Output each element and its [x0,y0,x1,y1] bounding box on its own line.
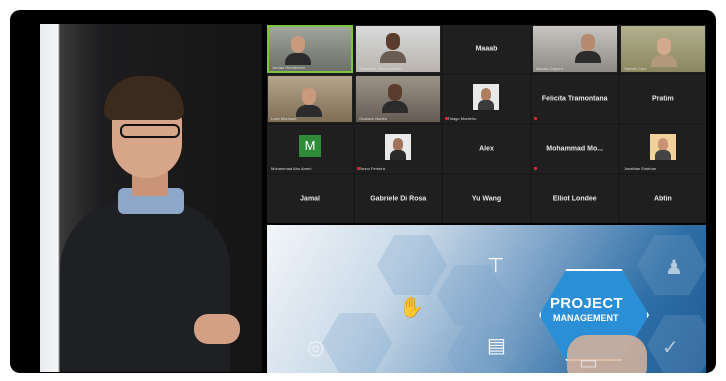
participant-tile[interactable]: Yu Wang [443,175,530,223]
team-icon: ♟ [665,257,683,279]
participant-tile[interactable]: Yasmin Cruz [619,25,706,73]
participant-name: Mohammad Mo... [546,145,604,153]
presenter-hand [194,314,240,344]
participant-gallery: Jordan Henderson Ekaterina Sheremeteva M… [267,25,706,223]
participant-name: Jonathan Esteban [623,166,657,171]
slide-hexagon [447,325,517,373]
participant-avatar [649,134,676,160]
participant-tile[interactable]: M Mohammad Abu Ameri [267,125,354,173]
clipboard-icon: ▭ [579,352,598,373]
slide-subtitle: MANAGEMENT [553,313,619,323]
participant-tile[interactable]: Bruno Ferreira [355,125,442,173]
participant-tile[interactable]: Mohammad Mo... [531,125,618,173]
participant-tile[interactable]: Pratim [619,75,706,123]
participant-name: Bruno Ferreira [359,166,385,171]
participant-tile[interactable]: Nicolas Dupont [531,25,618,73]
participant-name: Abtin [653,195,672,203]
participant-name: Alex [479,145,494,153]
participant-tile[interactable]: Thiago Monteiro [443,75,530,123]
participant-tile[interactable]: Felicita Tramontana [531,75,618,123]
participant-name: Yasmin Cruz [623,66,647,71]
participant-name: Mohammad Abu Ameri [271,166,312,171]
org-chart-icon: ⊤ [487,255,505,277]
participant-name: Yu Wang [471,195,502,203]
participant-name: Pratim [651,95,674,103]
participant-tile[interactable]: Maaab [443,25,530,73]
participant-tile[interactable]: Jonathan Esteban [619,125,706,173]
participant-name: Maaab [475,45,498,53]
screenshot-frame: Jordan Henderson Ekaterina Sheremeteva M… [10,10,716,373]
participant-name: Gabriele Di Rosa [370,195,427,203]
handshake-icon: ✋ [399,297,424,319]
participant-name: Felicita Tramontana [541,95,608,103]
participant-name: Luke Morrison [271,116,297,121]
participant-name: Jordan Henderson [272,65,305,70]
participant-name: Nicolas Dupont [535,66,563,71]
presenter-photo [40,24,262,372]
gantt-chart-icon: ▤ [487,335,506,357]
participant-tile[interactable]: Jordan Henderson [267,25,354,73]
presenter-glasses [120,124,180,138]
slide-title: PROJECT [550,295,623,312]
participant-tile[interactable]: Jamal [267,175,354,223]
target-icon: ◎ [307,337,325,359]
participant-avatar: M [299,135,322,157]
muted-mic-icon [533,167,537,170]
presenter-body [60,200,230,372]
participant-tile[interactable]: Alex [443,125,530,173]
participant-tile[interactable]: Elliot Londee [531,175,618,223]
participant-avatar [473,84,500,110]
slide-hexagon [322,313,392,373]
participant-tile[interactable]: Luke Morrison [267,75,354,123]
checkmark-icon: ✓ [662,337,679,359]
participant-tile[interactable]: Gustavo Nunes [355,75,442,123]
muted-mic-icon [357,167,361,170]
participant-name: Jamal [300,195,321,203]
muted-mic-icon [533,117,537,120]
participant-avatar [385,134,412,160]
slide-hexagon [377,235,447,295]
participant-name: Ekaterina Sheremeteva [359,66,401,71]
participant-tile[interactable]: Ekaterina Sheremeteva [355,25,442,73]
presenter-hair [104,76,184,120]
participant-name: Elliot Londee [552,195,597,203]
participant-tile[interactable]: Abtin [619,175,706,223]
participant-name: Gustavo Nunes [359,116,387,121]
participant-tile[interactable]: Gabriele Di Rosa [355,175,442,223]
shared-screen-slide: ⊤ ✋ ◎ ▤ ✓ ♟ ▭ PROJECT MANAGEMENT [267,225,706,373]
participant-name: Thiago Monteiro [447,116,477,121]
